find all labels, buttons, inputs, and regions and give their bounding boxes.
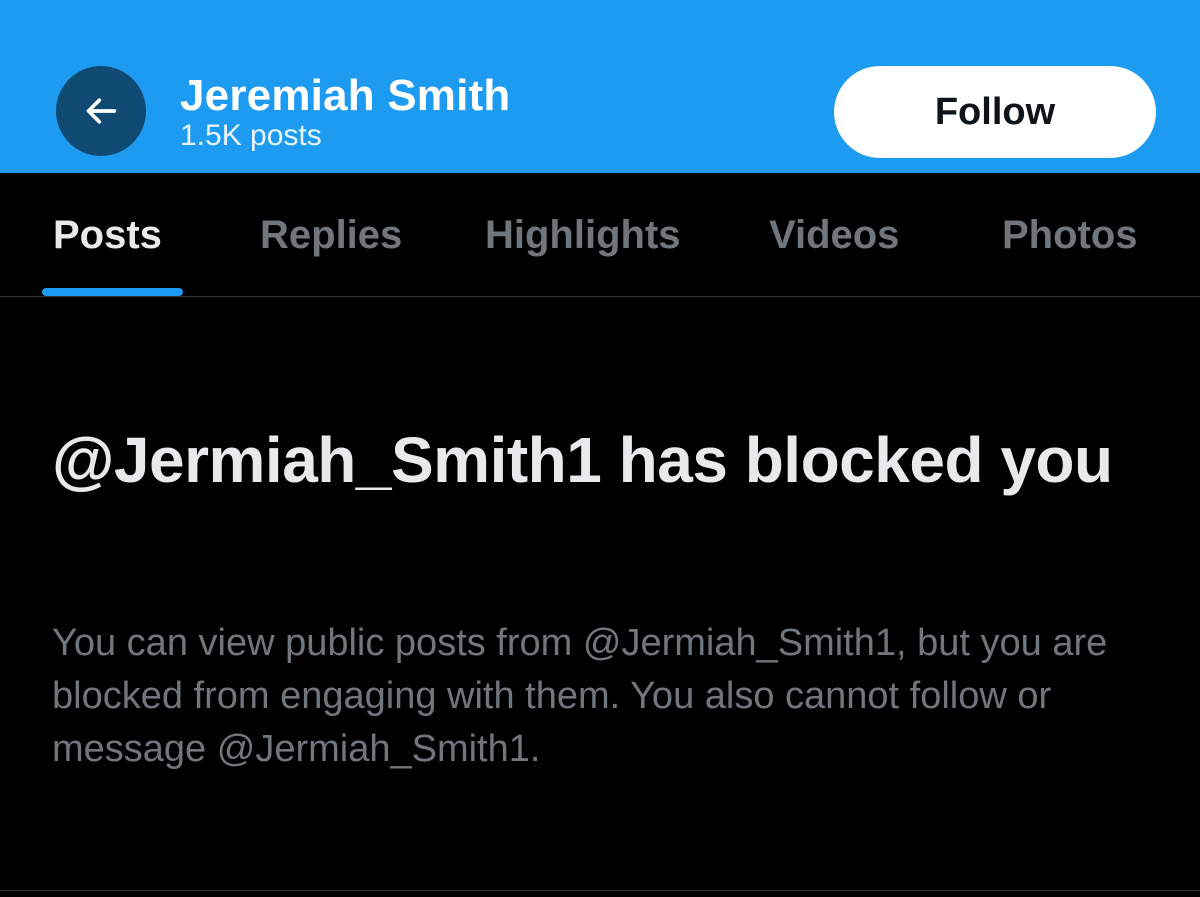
tab-highlights[interactable]: Highlights — [485, 211, 681, 259]
profile-page: Jeremiah Smith 1.5K posts Follow Posts R… — [0, 0, 1200, 897]
profile-name: Jeremiah Smith — [180, 71, 511, 120]
posts-count: 1.5K posts — [180, 119, 322, 152]
arrow-left-icon — [86, 98, 117, 124]
blocked-description: You can view public posts from @Jermiah_… — [52, 622, 1108, 770]
tab-videos[interactable]: Videos — [769, 211, 899, 259]
profile-tabs: Posts Replies Highlights Videos Photos — [0, 173, 1200, 297]
active-tab-indicator — [42, 288, 183, 296]
divider — [0, 890, 1200, 891]
profile-header: Jeremiah Smith 1.5K posts Follow — [0, 0, 1200, 173]
back-button[interactable] — [56, 66, 146, 156]
tab-posts[interactable]: Posts — [53, 211, 162, 259]
tab-replies[interactable]: Replies — [260, 211, 402, 259]
blocked-title: @Jermiah_Smith1 has blocked you — [52, 424, 1113, 496]
follow-button[interactable]: Follow — [834, 66, 1156, 158]
tab-photos[interactable]: Photos — [1002, 211, 1138, 259]
